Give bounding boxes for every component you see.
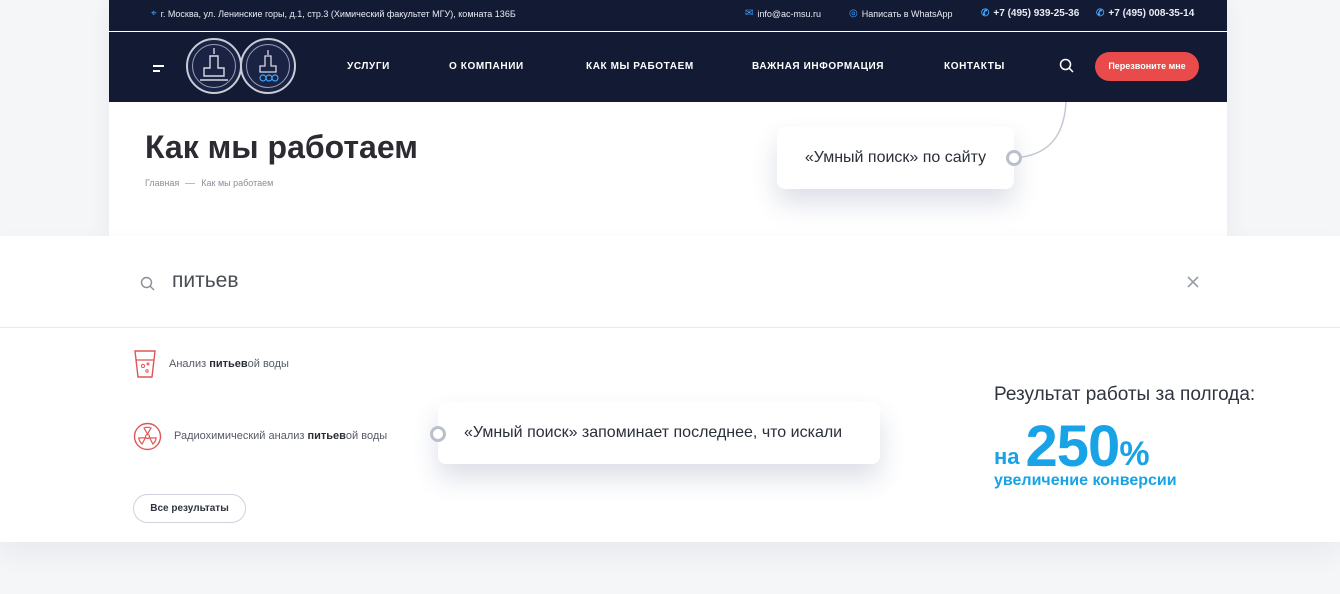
result-number: 250 xyxy=(1025,414,1121,479)
callout-smart-search: «Умный поиск» по сайту xyxy=(777,127,1014,189)
search-result-item[interactable]: Радиохимический анализ питьевой воды xyxy=(133,421,387,451)
result-prefix: на xyxy=(994,444,1020,469)
canvas: ⌖ г. Москва, ул. Ленинские горы, д.1, ст… xyxy=(0,0,1340,594)
result-percent: % xyxy=(1119,435,1150,473)
close-icon[interactable] xyxy=(1185,274,1201,290)
search-icon xyxy=(140,276,155,291)
radiation-icon xyxy=(133,422,162,450)
result-figure: на 250 % xyxy=(994,418,1150,476)
result-heading: Результат работы за полгода: xyxy=(994,384,1256,405)
search-bar: питьев xyxy=(0,236,1340,328)
connector-node xyxy=(1006,150,1022,166)
search-result-item[interactable]: Анализ питьевой воды xyxy=(133,349,289,379)
search-input[interactable]: питьев xyxy=(172,269,239,293)
search-result-label: Радиохимический анализ питьевой воды xyxy=(174,430,388,442)
search-result-label: Анализ питьевой воды xyxy=(169,358,289,370)
search-panel: питьев Анализ питьевой воды Радиохимичес… xyxy=(0,236,1340,542)
all-results-button[interactable]: Все результаты xyxy=(133,494,246,523)
result-subtitle: увеличение конверсии xyxy=(994,472,1177,489)
water-glass-icon xyxy=(134,350,156,378)
connector-node xyxy=(430,426,446,442)
callout-search-memory: «Умный поиск» запоминает последнее, что … xyxy=(438,402,880,464)
